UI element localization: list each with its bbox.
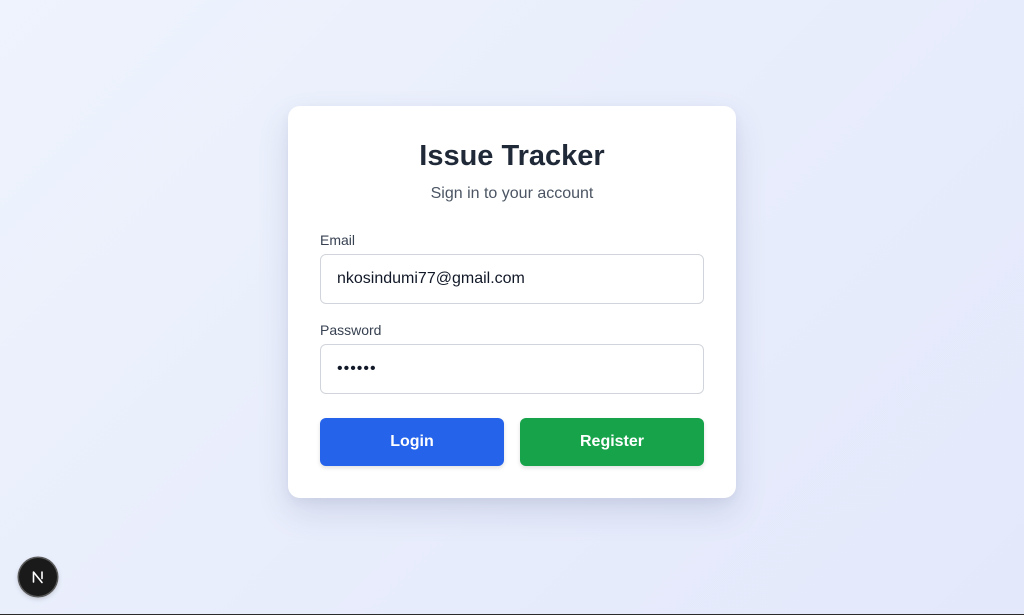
next-logo-icon [32, 571, 43, 584]
page-title: Issue Tracker [419, 140, 605, 172]
login-button[interactable]: Login [320, 418, 504, 466]
register-button[interactable]: Register [520, 418, 704, 466]
email-label: Email [320, 232, 356, 248]
email-field[interactable] [320, 254, 704, 304]
password-field[interactable] [320, 344, 704, 394]
login-card: Issue Tracker Sign in to your account Em… [288, 106, 736, 498]
password-label: Password [320, 322, 382, 338]
page-subtitle: Sign in to your account [430, 185, 594, 202]
next-dev-badge[interactable] [19, 558, 57, 596]
